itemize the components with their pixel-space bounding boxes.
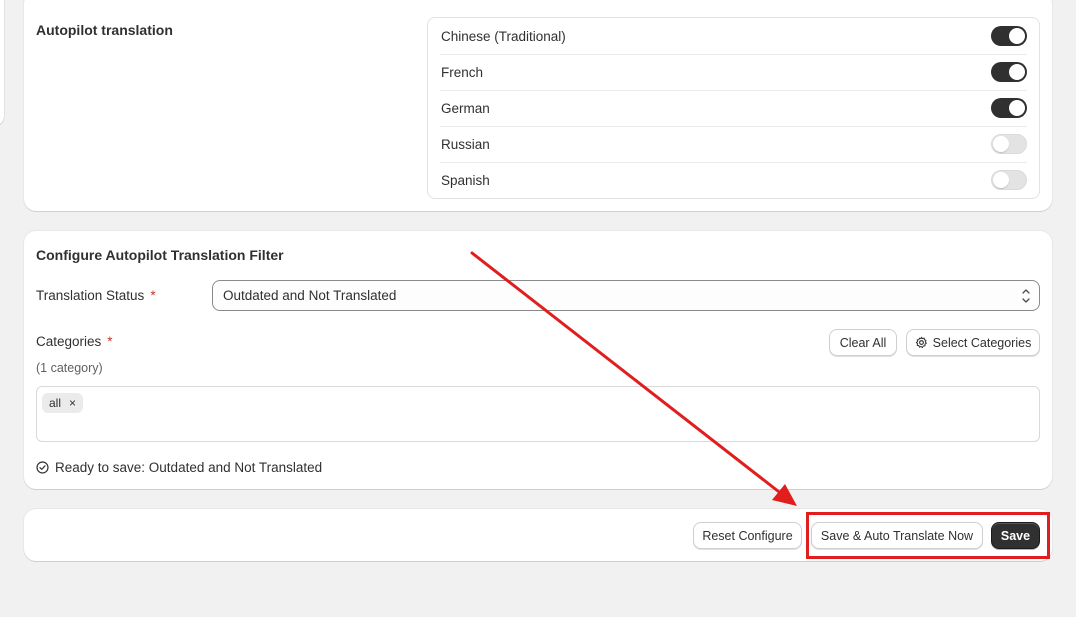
toggle-knob (1009, 28, 1025, 44)
language-label: French (441, 64, 484, 80)
autopilot-title: Autopilot translation (36, 22, 173, 38)
sidebar-edge (0, 0, 4, 126)
language-toggle-russian[interactable] (991, 134, 1027, 154)
language-row-chinese-traditional: Chinese (Traditional) (428, 18, 1039, 54)
language-label: Chinese (Traditional) (441, 28, 566, 44)
save-button[interactable]: Save (991, 522, 1040, 549)
language-toggle-french[interactable] (991, 62, 1027, 82)
actions-card: Reset Configure Save & Auto Translate No… (24, 509, 1052, 561)
language-list: Chinese (Traditional) French German Russ… (427, 17, 1040, 199)
save-auto-translate-button[interactable]: Save & Auto Translate Now (811, 522, 983, 549)
translation-filter-card: Configure Autopilot Translation Filter T… (24, 231, 1052, 489)
select-categories-button[interactable]: Select Categories (906, 329, 1040, 356)
language-row-german: German (428, 90, 1039, 126)
clear-all-button[interactable]: Clear All (829, 329, 897, 356)
check-circle-icon (36, 461, 49, 474)
language-label: German (441, 100, 490, 116)
select-categories-label: Select Categories (932, 335, 1032, 350)
toggle-knob (993, 136, 1009, 152)
language-label: Spanish (441, 172, 490, 188)
translation-status-value: Outdated and Not Translated (223, 288, 397, 303)
language-toggle-spanish[interactable] (991, 170, 1027, 190)
chevron-up-down-icon (1022, 289, 1030, 303)
language-row-french: French (428, 54, 1039, 90)
category-tag-label: all (49, 396, 62, 410)
toggle-knob (993, 172, 1009, 188)
language-label: Russian (441, 136, 490, 152)
toggle-knob (1009, 100, 1025, 116)
categories-label: Categories * (36, 334, 113, 349)
language-row-russian: Russian (428, 126, 1039, 162)
translation-status-label-text: Translation Status (36, 288, 145, 303)
ready-status: Ready to save: Outdated and Not Translat… (36, 460, 322, 475)
close-icon[interactable]: × (69, 396, 76, 410)
ready-status-text: Ready to save: Outdated and Not Translat… (55, 460, 323, 475)
categories-tag-area[interactable]: all × (36, 386, 1040, 442)
categories-count: (1 category) (36, 361, 103, 375)
category-tag: all × (42, 393, 84, 413)
gear-icon (915, 336, 927, 348)
toggle-knob (1009, 64, 1025, 80)
reset-configure-button[interactable]: Reset Configure (693, 522, 802, 549)
required-mark: * (150, 288, 156, 303)
language-row-spanish: Spanish (428, 162, 1039, 198)
required-mark: * (107, 334, 113, 349)
language-toggle-chinese-traditional[interactable] (991, 26, 1027, 46)
translation-status-label: Translation Status * (36, 288, 156, 303)
filter-title: Configure Autopilot Translation Filter (36, 247, 284, 263)
autopilot-translation-card: Autopilot translation Chinese (Tradition… (24, 0, 1052, 211)
translation-status-select[interactable]: Outdated and Not Translated (212, 280, 1040, 311)
categories-label-text: Categories (36, 334, 102, 349)
language-toggle-german[interactable] (991, 98, 1027, 118)
